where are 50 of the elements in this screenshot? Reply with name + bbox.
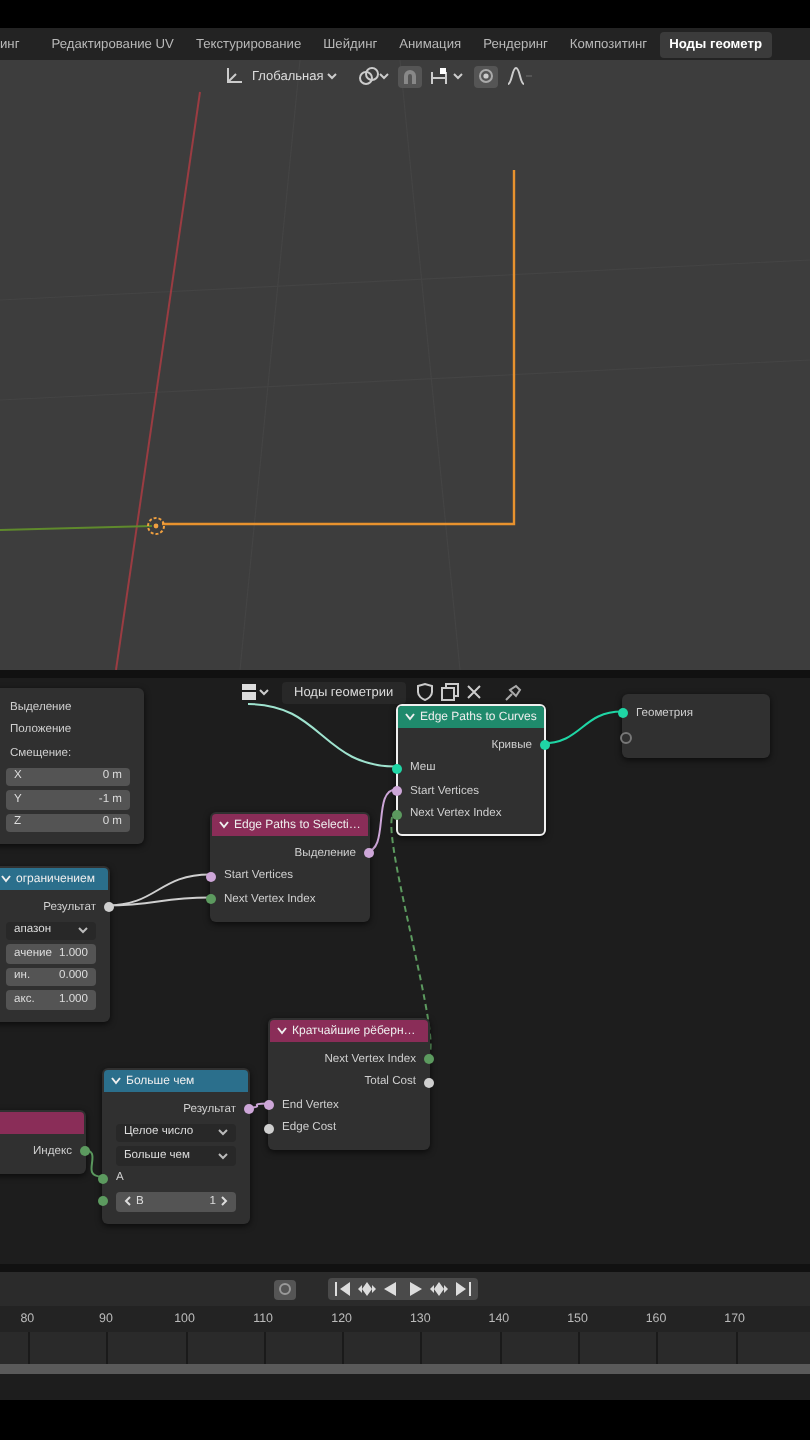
node-header[interactable] [0, 1112, 84, 1134]
next-keyframe-icon[interactable] [428, 1280, 450, 1298]
socket[interactable] [104, 902, 114, 913]
socket[interactable] [264, 1100, 274, 1111]
falloff-icon[interactable] [505, 66, 534, 86]
socket[interactable] [244, 1104, 254, 1115]
socket[interactable] [98, 1196, 108, 1207]
jump-start-icon[interactable] [332, 1280, 354, 1298]
close-icon[interactable] [465, 684, 482, 700]
chevron-icon [218, 1128, 228, 1137]
socket[interactable] [424, 1054, 434, 1065]
shield-icon[interactable] [415, 682, 434, 702]
chevron-icon [325, 70, 338, 82]
proportional-edit-button[interactable] [473, 65, 498, 87]
socket[interactable] [618, 708, 628, 719]
record-button[interactable] [274, 1279, 296, 1299]
socket[interactable] [540, 740, 550, 751]
play-icon[interactable] [404, 1280, 426, 1298]
socket[interactable] [392, 786, 402, 797]
pin-icon[interactable] [503, 683, 522, 701]
arrow-right-icon[interactable] [220, 1196, 228, 1207]
socket[interactable] [364, 848, 374, 859]
editor-type-icon[interactable] [240, 682, 272, 702]
empty-socket[interactable] [620, 731, 632, 744]
chevron-icon[interactable] [110, 1076, 122, 1086]
socket[interactable] [80, 1146, 90, 1157]
scrollbar[interactable] [0, 1364, 810, 1374]
chevron-icon[interactable] [404, 712, 416, 722]
chevron-icon[interactable] [218, 820, 230, 830]
chevron-icon [78, 926, 88, 935]
chevron-icon[interactable] [276, 1026, 288, 1036]
socket[interactable] [424, 1077, 434, 1088]
socket[interactable] [98, 1173, 108, 1184]
play-reverse-icon[interactable] [380, 1280, 402, 1298]
origin-icon [147, 517, 165, 535]
previous-keyframe-icon[interactable] [356, 1280, 378, 1298]
chevron-icon [218, 1151, 228, 1160]
socket[interactable] [264, 1123, 274, 1134]
socket[interactable] [392, 809, 402, 820]
magnet-button[interactable] [397, 65, 422, 87]
arrow-left-icon[interactable] [124, 1196, 132, 1207]
chevron-icon[interactable] [0, 874, 12, 884]
pivot-icon[interactable] [357, 66, 390, 86]
socket[interactable] [206, 894, 216, 905]
snap-icon[interactable] [429, 66, 466, 86]
socket[interactable] [392, 763, 402, 774]
jump-end-icon[interactable] [452, 1280, 474, 1298]
copy-icon[interactable] [439, 682, 460, 702]
socket[interactable] [206, 871, 216, 882]
transform-axes-icon[interactable] [224, 66, 244, 86]
